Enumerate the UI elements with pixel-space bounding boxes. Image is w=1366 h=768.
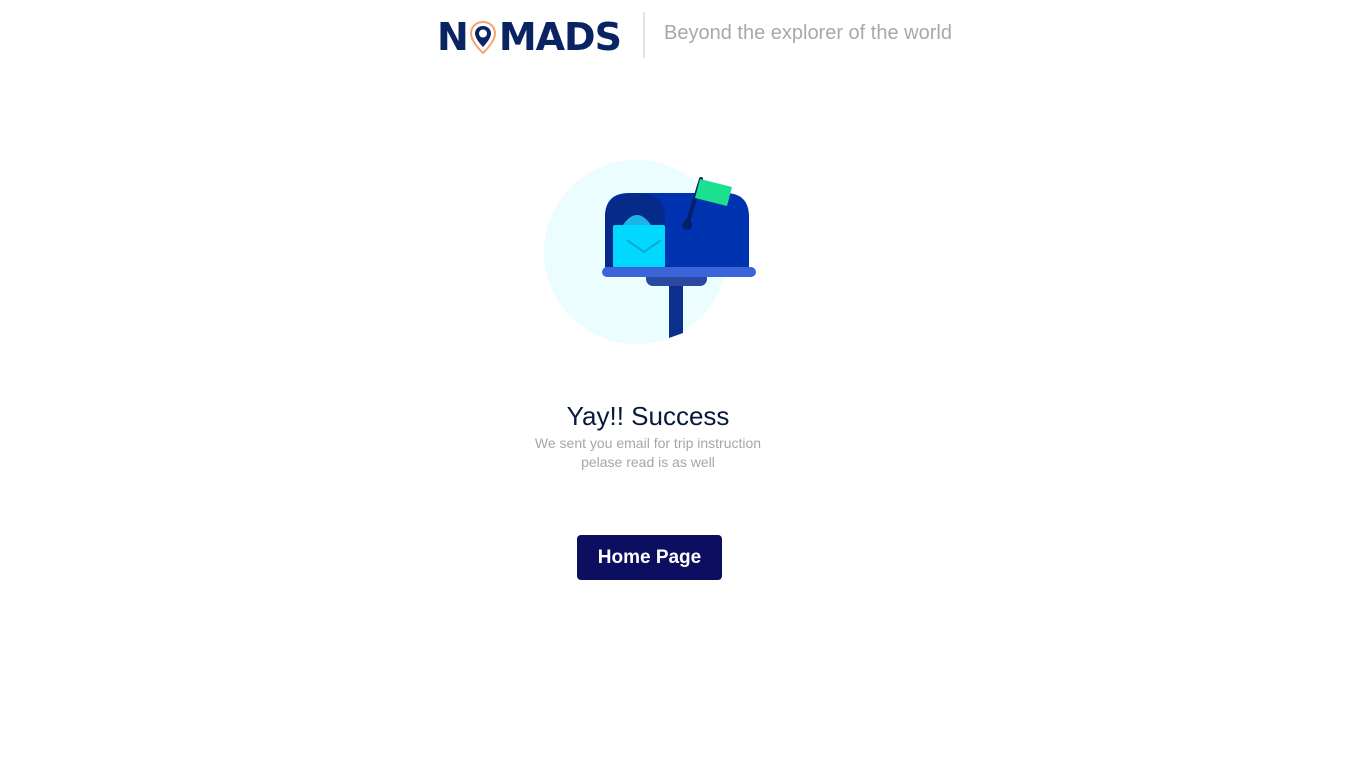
nomads-logo[interactable]: N MADS — [437, 14, 622, 60]
map-pin-icon — [469, 20, 497, 56]
success-title: Yay!! Success — [566, 401, 730, 432]
header-tagline: Beyond the explorer of the world — [664, 22, 952, 44]
header-divider — [643, 12, 645, 58]
success-message-line1: We sent you email for trip instruction — [534, 435, 762, 451]
logo-letter-n: N — [437, 15, 469, 59]
site-header: N MADS Beyond the explorer of the world — [0, 12, 1366, 60]
success-message-line2: pelase read is as well — [581, 454, 715, 470]
mailbox-icon — [540, 155, 770, 350]
logo-letters-mads: MADS — [498, 15, 622, 59]
home-page-button[interactable]: Home Page — [577, 535, 722, 580]
